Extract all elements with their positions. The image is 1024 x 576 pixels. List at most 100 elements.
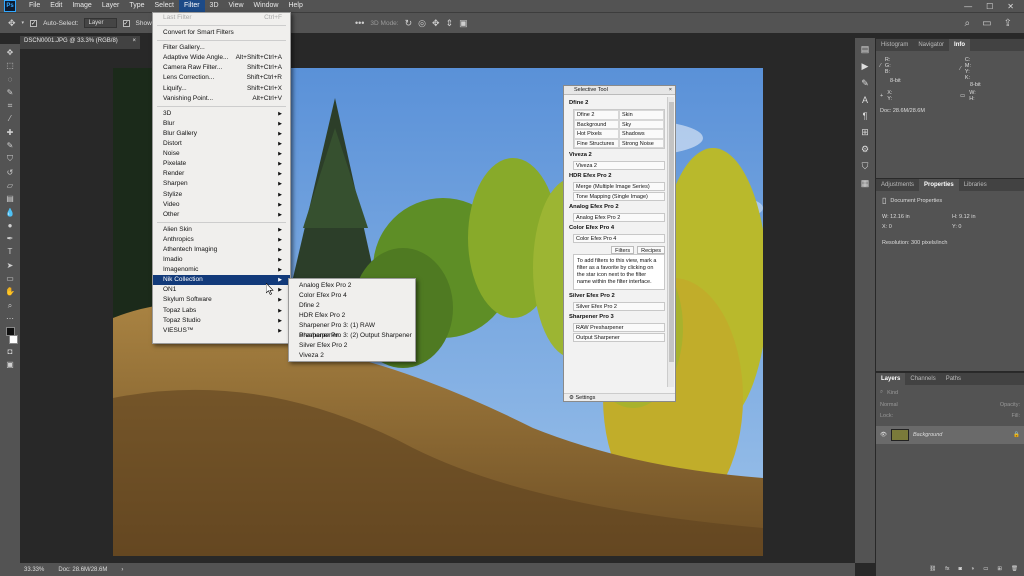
orbit-icon[interactable]: ↻ [405, 18, 413, 29]
notes-panel-icon[interactable]: ▦ [861, 178, 870, 189]
maximize-button[interactable]: ☐ [986, 2, 993, 11]
selective-tool-titlebar[interactable]: Selective Tool × [564, 86, 675, 95]
more-options-icon[interactable]: ••• [355, 18, 364, 28]
menu-3d[interactable]: 3D [205, 0, 224, 12]
viveza-button[interactable]: Viveza 2 [573, 161, 665, 170]
layers-kind-select[interactable]: Kind [887, 390, 898, 396]
menu-help[interactable]: Help [283, 0, 307, 12]
menu-edit[interactable]: Edit [45, 0, 67, 12]
dfine-background-button[interactable]: Background [574, 119, 619, 129]
filter-menu-item[interactable]: Convert for Smart Filters [153, 28, 290, 38]
background-color-swatch[interactable] [8, 334, 18, 344]
dfine-shadows-button[interactable]: Shadows [619, 129, 664, 139]
clone-source-icon[interactable]: ⛉ [862, 161, 869, 172]
filter-menu-item[interactable]: Sharpen ▶ [153, 179, 290, 189]
history-brush-tool-icon[interactable]: ↺ [3, 168, 17, 178]
close-icon[interactable]: × [132, 38, 136, 47]
path-select-tool-icon[interactable]: ➤ [3, 261, 17, 271]
share-icon[interactable]: ⇪ [1004, 18, 1012, 29]
lasso-tool-icon[interactable]: ◌ [3, 75, 17, 85]
nik-submenu-item[interactable]: HDR Efex Pro 2 [289, 311, 415, 321]
document-tab[interactable]: DSCN0001.JPG @ 33.3% (RGB/8) × [20, 36, 140, 49]
eyedropper-tool-icon[interactable]: ⁄ [3, 114, 17, 124]
character-panel-icon[interactable]: A [862, 95, 868, 105]
filter-menu-item[interactable]: Athentech Imaging ▶ [153, 245, 290, 255]
filter-menu-item[interactable]: Distort ▶ [153, 139, 290, 149]
minimize-button[interactable]: — [964, 2, 972, 11]
layer-row-background[interactable]: 👁 Background 🔒 [876, 426, 1024, 444]
brush-tool-icon[interactable]: ✎ [3, 141, 17, 151]
nik-submenu-item[interactable]: Sharpener Pro 3: (2) Output Sharpener [289, 331, 415, 341]
filter-menu-item[interactable]: Lens Correction... Shift+Ctrl+R [153, 73, 290, 83]
roll-icon[interactable]: ◎ [418, 18, 426, 29]
clone-stamp-tool-icon[interactable]: ⛉ [3, 154, 17, 164]
zoom-level[interactable]: 33.33% [24, 567, 44, 573]
properties-x[interactable]: X: 0 [882, 224, 948, 230]
tab-adjustments[interactable]: Adjustments [876, 179, 919, 191]
filter-menu-item[interactable]: Blur ▶ [153, 119, 290, 129]
filter-menu-item[interactable]: Noise ▶ [153, 149, 290, 159]
blur-tool-icon[interactable]: 💧 [3, 208, 17, 218]
blend-mode-select[interactable]: Normal [880, 402, 898, 408]
tab-filters[interactable]: Filters [611, 246, 635, 254]
filter-menu-item[interactable]: Stylize ▶ [153, 190, 290, 200]
menu-layer[interactable]: Layer [97, 0, 125, 12]
tab-info[interactable]: Info [949, 39, 971, 51]
close-button[interactable]: ✕ [1007, 2, 1014, 11]
scrollbar-thumb[interactable] [669, 102, 674, 362]
eye-icon[interactable]: 👁 [880, 432, 887, 438]
layer-select[interactable]: Layer [84, 18, 117, 28]
filter-menu-item[interactable]: Imadio ▶ [153, 255, 290, 265]
new-layer-icon[interactable]: ⊞ [997, 566, 1002, 572]
filter-menu-item[interactable]: Video ▶ [153, 200, 290, 210]
color-efex-button[interactable]: Color Efex Pro 4 [573, 234, 665, 243]
tool-presets-icon[interactable]: ⚙ [861, 144, 869, 155]
glyphs-panel-icon[interactable]: ⊞ [861, 127, 869, 138]
type-tool-icon[interactable]: T [3, 247, 17, 257]
trash-icon[interactable]: 🗑 [1011, 566, 1018, 572]
dfine-sky-button[interactable]: Sky [619, 119, 664, 129]
tab-channels[interactable]: Channels [905, 373, 940, 385]
tab-paths[interactable]: Paths [941, 373, 966, 385]
filter-menu-item[interactable]: Adaptive Wide Angle... Alt+Shift+Ctrl+A [153, 53, 290, 63]
properties-width[interactable]: W: 12.16 in [882, 214, 948, 220]
slide-icon[interactable]: ⇕ [446, 18, 454, 29]
filter-menu-item[interactable]: Camera Raw Filter... Shift+Ctrl+A [153, 63, 290, 73]
raw-presharpener-button[interactable]: RAW Presharpener [573, 323, 665, 332]
tab-properties[interactable]: Properties [919, 179, 959, 191]
tab-recipes[interactable]: Recipes [637, 246, 665, 254]
eraser-tool-icon[interactable]: ▱ [3, 181, 17, 191]
chevron-down-icon[interactable]: ▾ [22, 20, 25, 26]
auto-select-checkbox[interactable]: ✓ [30, 19, 38, 27]
dfine-button[interactable]: Dfine 2 [574, 110, 619, 120]
filter-menu-item[interactable]: Skylum Software ▶ [153, 295, 290, 305]
hdr-tone-mapping-button[interactable]: Tone Mapping (Single Image) [573, 192, 665, 201]
dodge-tool-icon[interactable]: ● [3, 221, 17, 231]
menu-window[interactable]: Window [249, 0, 284, 12]
layer-name[interactable]: Background [913, 432, 942, 438]
properties-y[interactable]: Y: 0 [952, 224, 1018, 230]
menu-view[interactable]: View [224, 0, 249, 12]
brush-settings-icon[interactable]: ✎ [861, 78, 869, 89]
fx-icon[interactable]: fx [945, 566, 949, 572]
hand-tool-icon[interactable]: ✋ [3, 287, 17, 297]
filter-menu-item[interactable]: Vanishing Point... Alt+Ctrl+V [153, 94, 290, 104]
nik-submenu-item[interactable]: Analog Efex Pro 2 [289, 281, 415, 291]
filter-menu-item[interactable]: Topaz Labs ▶ [153, 306, 290, 316]
filter-menu-item[interactable]: Blur Gallery ▶ [153, 129, 290, 139]
mask-icon[interactable]: ◙ [959, 566, 962, 572]
filter-menu-item[interactable]: Liquify... Shift+Ctrl+X [153, 84, 290, 94]
move-tool-icon[interactable]: ✥ [3, 48, 17, 58]
dfine-hot-pixels-button[interactable]: Hot Pixels [574, 129, 619, 139]
menu-type[interactable]: Type [124, 0, 149, 12]
more-tools-icon[interactable]: ⋯ [3, 314, 17, 324]
selective-tool-scrollbar[interactable] [667, 97, 674, 387]
menu-select[interactable]: Select [150, 0, 179, 12]
filter-menu-item[interactable]: VIESUS™ ▶ [153, 326, 290, 336]
nik-submenu-item[interactable]: Sharpener Pro 3: (1) RAW Presharpener [289, 321, 415, 339]
filter-menu-item[interactable]: Anthropics ▶ [153, 235, 290, 245]
filter-menu-item[interactable]: Alien Skin ▶ [153, 225, 290, 235]
scale-icon[interactable]: ▣ [459, 18, 468, 29]
filter-menu-item[interactable]: Filter Gallery... [153, 43, 290, 53]
dfine-strong-noise-button[interactable]: Strong Noise [619, 138, 664, 148]
